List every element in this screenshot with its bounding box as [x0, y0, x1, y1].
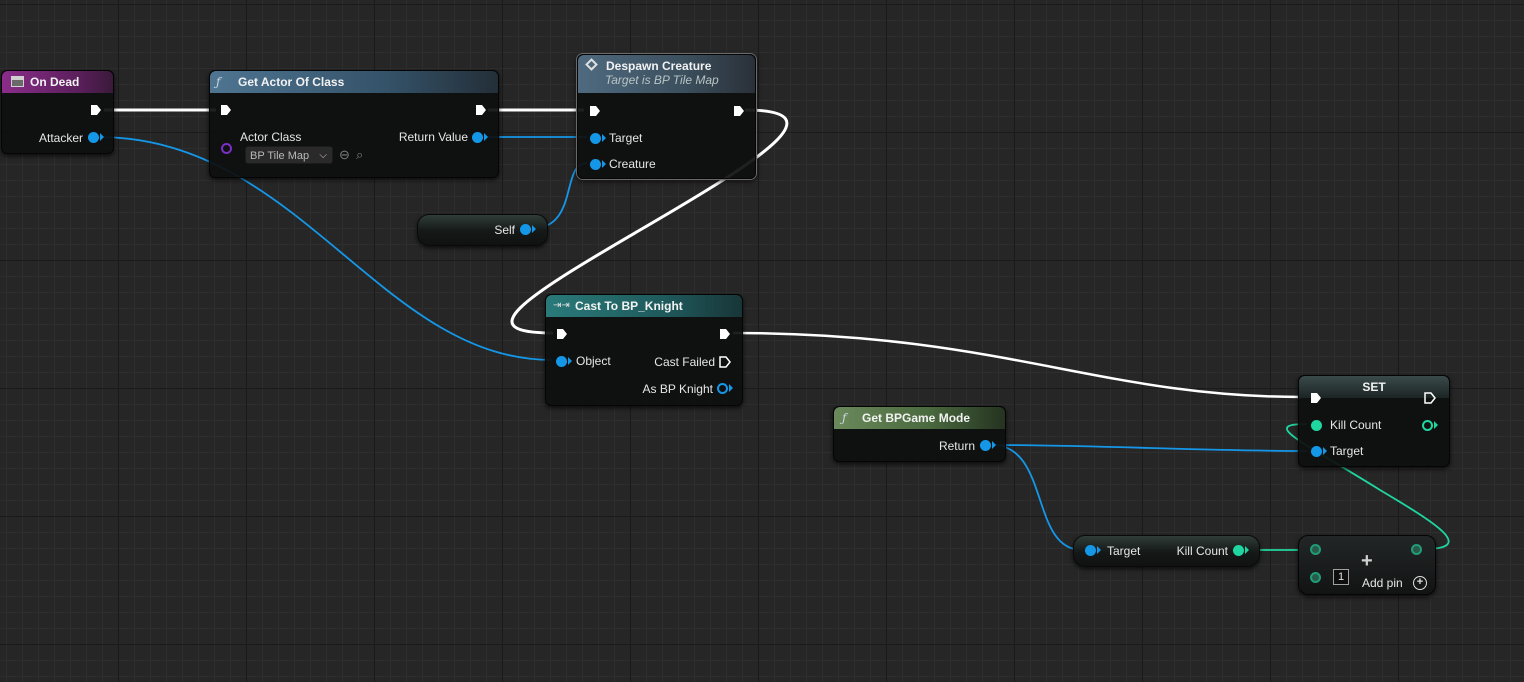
get-gamemode-header[interactable]: ƒ Get BPGame Mode	[834, 407, 1005, 429]
cast-exec-in-pin[interactable]	[556, 328, 568, 340]
cast-object-label: Object	[576, 354, 611, 368]
actor-class-value: BP Tile Map	[250, 150, 310, 162]
self-pin-arrow	[532, 225, 536, 233]
kill-count-out-pin[interactable]	[1233, 545, 1244, 556]
set-exec-out-pin[interactable]	[1424, 392, 1436, 404]
self-node[interactable]: Self	[417, 214, 548, 246]
cast-failed-exec-pin[interactable]	[719, 356, 731, 368]
attacker-pin[interactable]	[88, 132, 99, 143]
set-kill-count-pin[interactable]	[1311, 420, 1322, 431]
cast-header[interactable]: ⇥⇥ Cast To BP_Knight	[546, 295, 742, 317]
use-selected-asset-icon[interactable]: ⊖	[339, 148, 350, 162]
despawn-creature-node[interactable]: Despawn Creature Target is BP Tile Map T…	[577, 54, 756, 179]
get-actor-exec-out-pin[interactable]	[475, 104, 487, 116]
add-input-b-value-box[interactable]: 1	[1333, 569, 1349, 585]
as-bp-knight-label: As BP Knight	[642, 382, 714, 396]
on-dead-event-node[interactable]: On Dead Attacker	[1, 70, 114, 154]
actor-class-label: Actor Class	[240, 130, 302, 144]
gamemode-return-pin[interactable]	[980, 440, 991, 451]
despawn-exec-in-pin[interactable]	[589, 105, 601, 117]
actor-class-dropdown[interactable]: BP Tile Map ⌵	[245, 146, 333, 164]
add-input-b-value: 1	[1337, 571, 1345, 583]
on-dead-title: On Dead	[30, 75, 80, 89]
set-title: SET	[1362, 380, 1386, 394]
add-integer-node[interactable]: + 1 Add pin +	[1298, 535, 1436, 595]
set-target-pin[interactable]	[1311, 446, 1322, 457]
self-label: Self	[494, 223, 515, 237]
get-actor-header[interactable]: ƒ Get Actor Of Class	[210, 71, 498, 93]
exec-wire-cast-set	[732, 331, 1303, 399]
add-operator-symbol: +	[1361, 550, 1373, 572]
kill-count-out-arrow	[1245, 546, 1249, 554]
actor-class-pin[interactable]	[221, 143, 232, 154]
creature-pin[interactable]	[590, 159, 601, 170]
add-input-b-pin[interactable]	[1310, 572, 1321, 583]
despawn-target-pin-arrow	[602, 134, 606, 142]
add-input-a-pin[interactable]	[1310, 544, 1321, 555]
add-output-pin[interactable]	[1411, 544, 1422, 555]
get-kill-count-node[interactable]: Target Kill Count	[1073, 535, 1260, 567]
message-icon	[585, 58, 598, 71]
set-target-pin-arrow	[1323, 447, 1327, 455]
kill-count-out-label: Kill Count	[1176, 544, 1228, 558]
get-actor-title: Get Actor Of Class	[238, 75, 345, 89]
kill-count-target-label: Target	[1107, 544, 1141, 558]
kill-count-target-pin[interactable]	[1085, 545, 1096, 556]
kill-count-target-arrow	[1097, 546, 1101, 554]
add-pin-label[interactable]: Add pin	[1362, 576, 1403, 590]
cast-to-bp-knight-node[interactable]: ⇥⇥ Cast To BP_Knight Object Cast Failed …	[545, 294, 743, 406]
cast-exec-out-pin[interactable]	[719, 328, 731, 340]
gamemode-return-pin-arrow	[992, 441, 996, 449]
despawn-target-label: Target	[609, 131, 643, 145]
cast-title: Cast To BP_Knight	[575, 299, 683, 313]
cast-object-pin[interactable]	[556, 356, 567, 367]
set-exec-in-pin[interactable]	[1310, 392, 1322, 404]
set-kill-count-out-arrow	[1434, 421, 1438, 429]
pure-function-icon: ƒ	[842, 411, 847, 425]
function-icon: ƒ	[216, 75, 221, 89]
attacker-pin-arrow	[100, 133, 104, 141]
despawn-target-pin[interactable]	[590, 133, 601, 144]
cast-icon: ⇥⇥	[553, 300, 570, 311]
on-dead-header[interactable]: On Dead	[2, 71, 113, 93]
despawn-subtitle: Target is BP Tile Map	[605, 73, 719, 87]
set-kill-count-node[interactable]: SET Kill Count Target	[1298, 375, 1450, 467]
on-dead-exec-out-pin[interactable]	[90, 104, 102, 116]
get-actor-of-class-node[interactable]: ƒ Get Actor Of Class Actor Class BP Tile…	[209, 70, 499, 178]
event-node-icon	[11, 76, 24, 87]
cast-object-pin-arrow	[568, 357, 572, 365]
return-value-pin[interactable]	[472, 132, 483, 143]
self-pin[interactable]	[520, 224, 531, 235]
wire-gamemode-killcount-target	[991, 444, 1083, 551]
despawn-header[interactable]: Despawn Creature Target is BP Tile Map	[578, 55, 755, 93]
attacker-label: Attacker	[38, 131, 83, 145]
creature-label: Creature	[609, 157, 656, 171]
get-actor-exec-in-pin[interactable]	[220, 104, 232, 116]
wire-gamemode-settarget	[991, 444, 1308, 452]
get-gamemode-title: Get BPGame Mode	[862, 411, 971, 425]
return-value-pin-arrow	[484, 133, 488, 141]
despawn-exec-out-pin[interactable]	[733, 105, 745, 117]
gamemode-return-label: Return	[938, 439, 975, 453]
as-bp-knight-pin[interactable]	[717, 383, 728, 394]
set-target-label: Target	[1330, 444, 1364, 458]
set-kill-count-label: Kill Count	[1330, 418, 1382, 432]
add-pin-plus-icon[interactable]: +	[1413, 576, 1427, 590]
get-bpgame-mode-node[interactable]: ƒ Get BPGame Mode Return	[833, 406, 1006, 462]
chevron-down-icon: ⌵	[319, 150, 327, 161]
cast-failed-label: Cast Failed	[654, 355, 715, 369]
as-bp-knight-pin-arrow	[729, 384, 733, 392]
set-kill-count-out-pin[interactable]	[1422, 420, 1433, 431]
browse-asset-search-icon[interactable]: ⌕	[356, 148, 363, 162]
return-value-label: Return Value	[398, 130, 468, 144]
creature-pin-arrow	[602, 160, 606, 168]
